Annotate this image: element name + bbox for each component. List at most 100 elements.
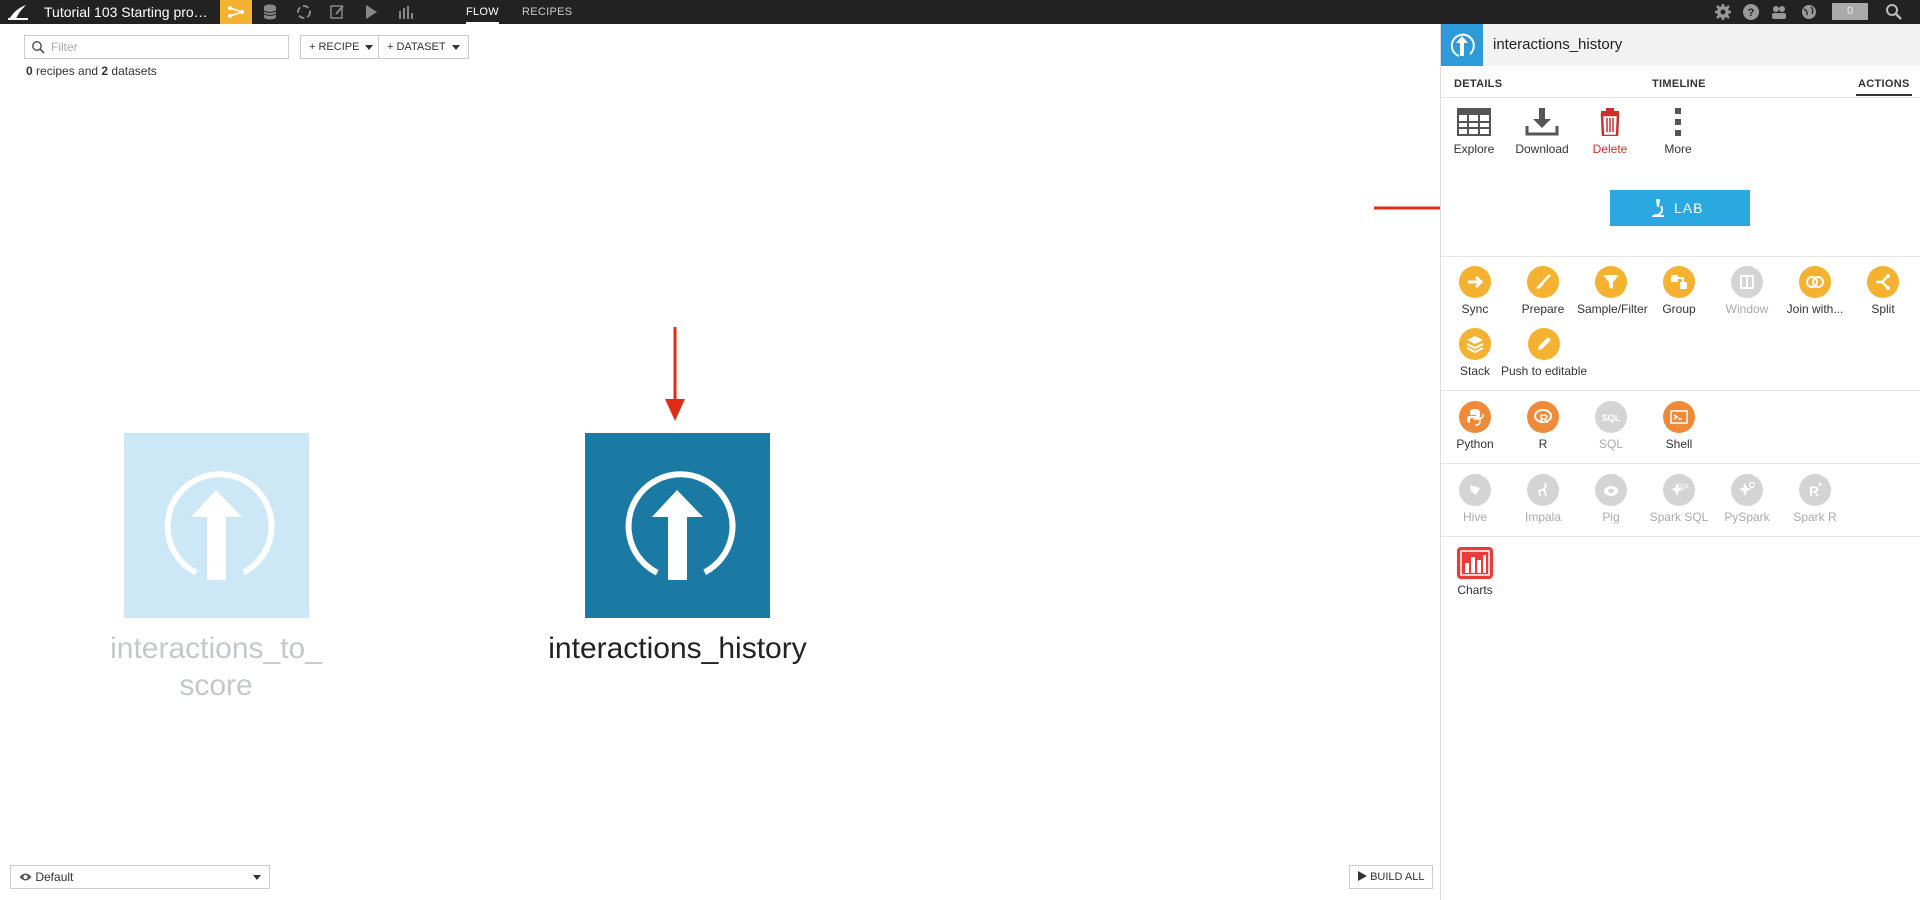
upload-dataset-icon (625, 471, 736, 580)
recipe-impala[interactable]: Impala (1509, 474, 1577, 524)
more-vertical-icon (1675, 108, 1681, 136)
recipe-pyspark[interactable]: PySpark (1713, 474, 1781, 524)
divider (1441, 256, 1920, 257)
svg-text:SQL: SQL (1678, 484, 1689, 490)
hive-icon (1459, 474, 1491, 506)
stack-icon (1459, 328, 1491, 360)
search-icon[interactable] (1884, 2, 1904, 22)
add-dataset-label: + DATASET (387, 41, 446, 53)
recipe-label: Prepare (1521, 302, 1565, 316)
delete-label: Delete (1592, 142, 1628, 156)
annotation-arrow-down (665, 327, 685, 421)
recipe-label: Split (1871, 302, 1895, 316)
filter-input[interactable] (51, 38, 281, 56)
recipe-charts[interactable]: Charts (1441, 547, 1509, 597)
globe-icon[interactable] (1799, 2, 1819, 22)
panel-header: interactions_history (1441, 24, 1920, 66)
datasets-icon[interactable] (260, 2, 280, 22)
divider (1441, 97, 1920, 98)
notification-count-badge[interactable]: 0 (1832, 3, 1868, 20)
recipe-hive[interactable]: Hive (1441, 474, 1509, 524)
recipe-label: Charts (1457, 583, 1493, 597)
download-action[interactable]: Download (1510, 108, 1574, 156)
recipe-r[interactable]: R R (1509, 401, 1577, 451)
r-icon: R (1527, 401, 1559, 433)
flow-icon (228, 6, 245, 18)
caret-down-icon (365, 44, 374, 50)
lab-cycle-icon[interactable] (294, 2, 314, 22)
tab-details[interactable]: DETAILS (1454, 78, 1502, 90)
project-title[interactable]: Tutorial 103 Starting pro… (44, 4, 208, 20)
more-action[interactable]: More (1646, 108, 1710, 156)
recipe-sample-filter[interactable]: Sample/Filter (1577, 266, 1648, 316)
notebook-edit-icon[interactable] (327, 2, 347, 22)
add-recipe-dropdown[interactable]: + RECIPE (300, 35, 383, 59)
recipe-shell[interactable]: Shell (1645, 401, 1713, 451)
tab-actions[interactable]: ACTIONS (1856, 78, 1912, 96)
gear-icon[interactable] (1713, 2, 1733, 22)
pig-icon (1595, 474, 1627, 506)
recipe-label: Python (1456, 437, 1494, 451)
recipe-pig[interactable]: Pig (1577, 474, 1645, 524)
caret-down-icon (253, 875, 261, 880)
users-icon[interactable] (1769, 2, 1789, 22)
lab-button[interactable]: LAB (1610, 190, 1750, 226)
svg-text:R: R (1540, 412, 1549, 426)
delete-action[interactable]: Delete (1578, 108, 1642, 156)
divider (1441, 390, 1920, 391)
recipe-label: R (1538, 437, 1548, 451)
recipe-group[interactable]: Group (1645, 266, 1713, 316)
broom-icon (1527, 266, 1559, 298)
explore-action[interactable]: Explore (1442, 108, 1506, 156)
recipe-spark-r[interactable]: R Spark R (1781, 474, 1849, 524)
recipe-sql[interactable]: SQL SQL (1577, 401, 1645, 451)
window-icon (1731, 266, 1763, 298)
recipe-label: Impala (1524, 510, 1562, 524)
recipe-push-to-editable[interactable]: Push to editable (1497, 328, 1591, 378)
dashboard-bars-icon[interactable] (396, 2, 416, 22)
recipe-window[interactable]: Window (1713, 266, 1781, 316)
flow-filter[interactable] (24, 35, 289, 59)
tab-flow[interactable]: FLOW (466, 6, 499, 24)
dataset-node-label[interactable]: interactions_to_ score (100, 630, 332, 704)
impala-icon (1527, 474, 1559, 506)
recipe-split[interactable]: Split (1849, 266, 1917, 316)
recipe-label: Hive (1462, 510, 1487, 524)
jobs-play-icon[interactable] (361, 2, 381, 22)
dataset-node-interactions-to-score[interactable] (124, 433, 309, 618)
download-label: Download (1515, 142, 1569, 156)
pyspark-icon (1731, 474, 1763, 506)
dataset-label-line: interactions_to_ (110, 632, 322, 665)
flow-view-select[interactable]: Default (10, 865, 270, 889)
play-icon (1358, 871, 1367, 881)
view-select-value: Default (35, 870, 74, 884)
add-dataset-dropdown[interactable]: + DATASET (378, 35, 469, 59)
build-all-button[interactable]: BUILD ALL (1349, 865, 1434, 889)
recipe-join[interactable]: Join with... (1781, 266, 1849, 316)
recipe-python[interactable]: Python (1441, 401, 1509, 451)
lab-label: LAB (1674, 200, 1704, 216)
recipe-sync[interactable]: Sync (1441, 266, 1509, 316)
tab-timeline[interactable]: TIMELINE (1652, 78, 1706, 90)
dataset-count-text: datasets (108, 64, 157, 78)
dataset-node-label[interactable]: interactions_history (520, 630, 835, 667)
recipe-label: Spark SQL (1649, 510, 1709, 524)
flow-menu-button[interactable] (220, 0, 252, 24)
sync-icon (1459, 266, 1491, 298)
flow-summary: 0 recipes and 2 datasets (26, 64, 157, 78)
recipe-label: Stack (1459, 364, 1490, 378)
recipe-spark-sql[interactable]: SQL Spark SQL (1645, 474, 1713, 524)
spark-sql-icon: SQL (1663, 474, 1695, 506)
join-icon (1799, 266, 1831, 298)
recipe-label: Push to editable (1500, 364, 1588, 378)
dataset-label-line: score (179, 669, 253, 702)
dss-logo-icon[interactable] (6, 2, 30, 22)
recipe-count-text: recipes and (32, 64, 102, 78)
shell-icon (1663, 401, 1695, 433)
help-icon[interactable]: ? (1741, 2, 1761, 22)
dataset-node-interactions-history[interactable] (585, 433, 770, 618)
recipe-prepare[interactable]: Prepare (1509, 266, 1577, 316)
sql-icon: SQL (1595, 401, 1627, 433)
tab-recipes[interactable]: RECIPES (522, 6, 572, 18)
build-all-label: BUILD ALL (1370, 871, 1425, 883)
